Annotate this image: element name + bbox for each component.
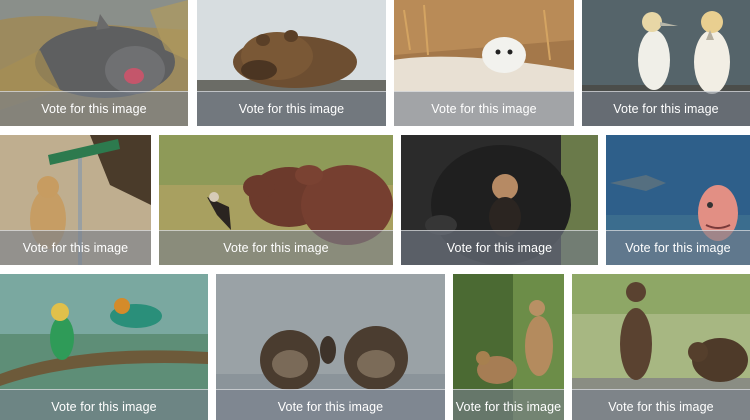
gallery-tile-squirrel[interactable]: Vote for this image bbox=[0, 135, 151, 265]
vote-button[interactable]: Vote for this image bbox=[197, 91, 386, 126]
gallery-tile-bear-cubs[interactable]: Vote for this image bbox=[572, 274, 750, 420]
vote-button[interactable]: Vote for this image bbox=[453, 389, 564, 420]
gallery-tile-seal[interactable]: Vote for this image bbox=[0, 0, 188, 126]
vote-button[interactable]: Vote for this image bbox=[0, 389, 208, 420]
vote-button[interactable]: Vote for this image bbox=[0, 230, 151, 265]
vote-button[interactable]: Vote for this image bbox=[394, 91, 574, 126]
gallery-tile-gannets[interactable]: Vote for this image bbox=[582, 0, 750, 126]
gallery-tile-owl[interactable]: Vote for this image bbox=[394, 0, 574, 126]
vote-button[interactable]: Vote for this image bbox=[572, 389, 750, 420]
vote-button[interactable]: Vote for this image bbox=[0, 91, 188, 126]
vote-button[interactable]: Vote for this image bbox=[159, 230, 393, 265]
gallery-tile-bear[interactable]: Vote for this image bbox=[197, 0, 386, 126]
vote-button[interactable]: Vote for this image bbox=[216, 389, 445, 420]
gallery-tile-chimpanzee[interactable]: Vote for this image bbox=[401, 135, 598, 265]
gallery-tile-otters[interactable]: Vote for this image bbox=[216, 274, 445, 420]
vote-button[interactable]: Vote for this image bbox=[401, 230, 598, 265]
vote-button[interactable]: Vote for this image bbox=[606, 230, 750, 265]
gallery-tile-capybara[interactable]: Vote for this image bbox=[159, 135, 393, 265]
gallery-tile-monkeys[interactable]: Vote for this image bbox=[453, 274, 564, 420]
gallery-tile-fish[interactable]: Vote for this image bbox=[606, 135, 750, 265]
gallery-tile-bee-eaters[interactable]: Vote for this image bbox=[0, 274, 208, 420]
vote-button[interactable]: Vote for this image bbox=[582, 91, 750, 126]
